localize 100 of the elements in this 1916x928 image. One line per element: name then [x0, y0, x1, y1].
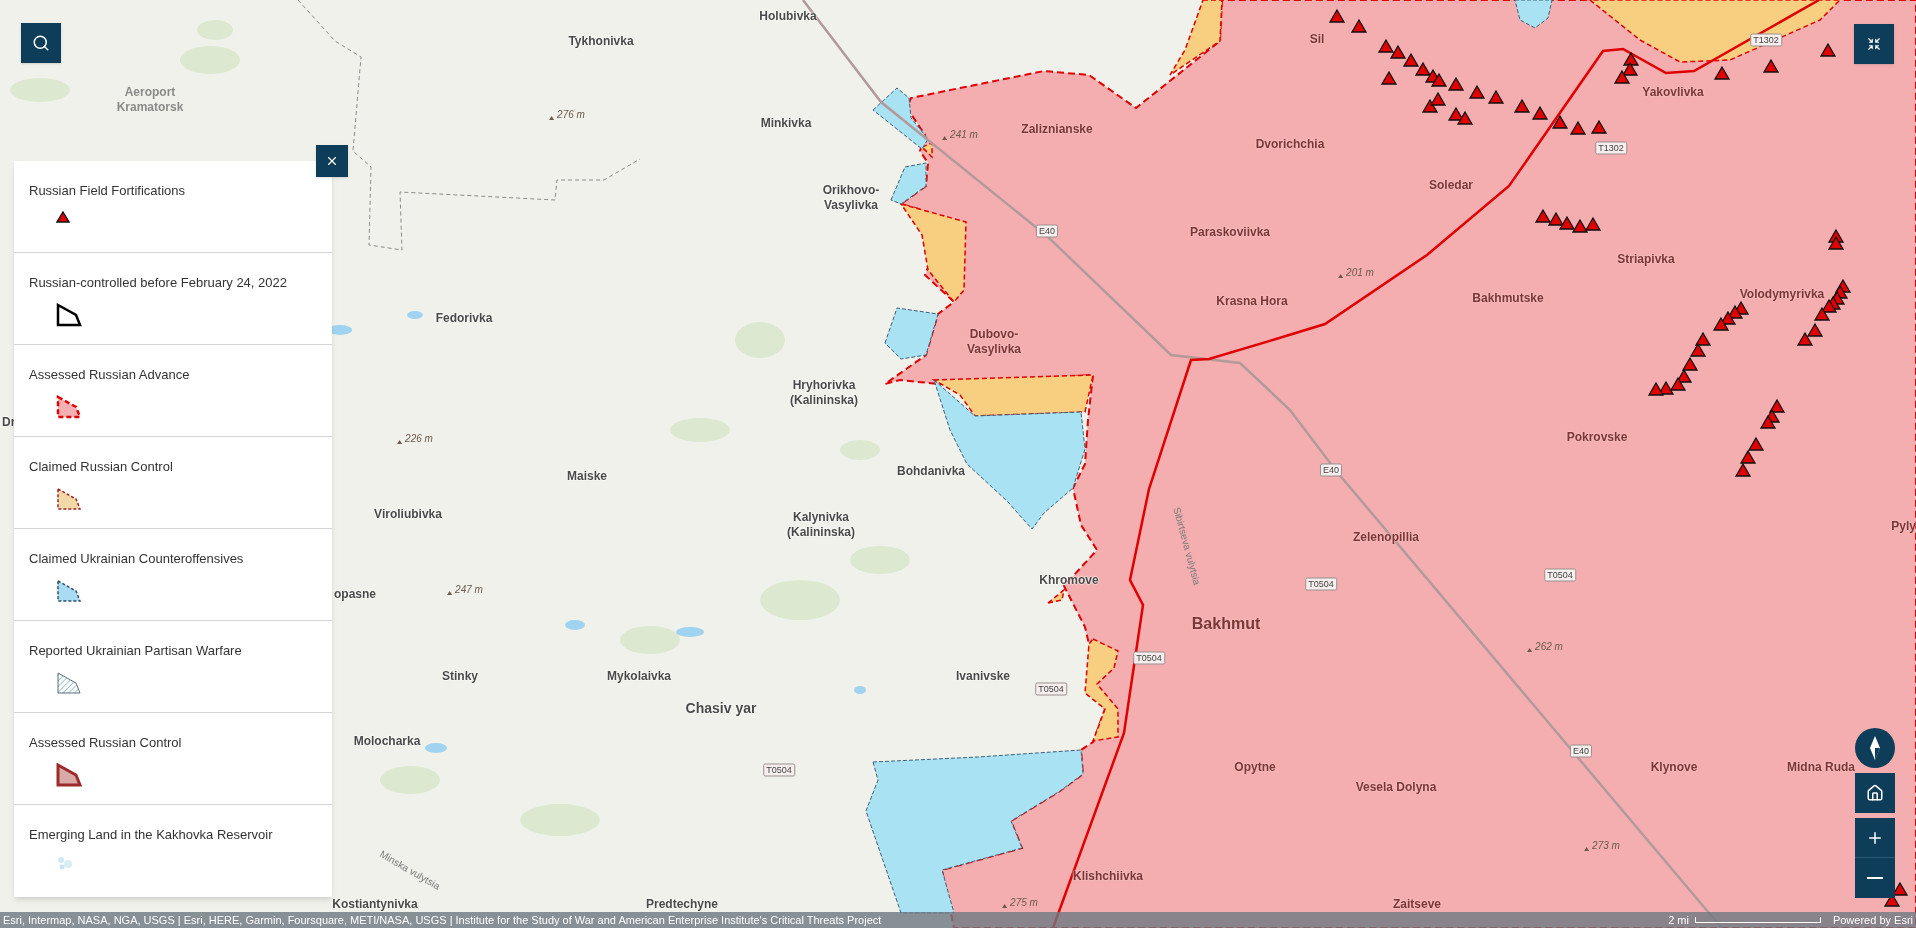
place-label: Volodymyrivka — [1739, 286, 1825, 303]
elevation-marker-icon — [549, 116, 555, 120]
zoom-in-button[interactable] — [1855, 818, 1895, 858]
legend-title: Reported Ukrainian Partisan Warfare — [29, 642, 243, 660]
road-shield: T1302 — [1750, 33, 1782, 47]
place-label: Bohdanivka — [897, 463, 965, 480]
collapse-button[interactable] — [1854, 24, 1894, 64]
elevation-label: 201 m — [1346, 267, 1374, 279]
woodland-patch — [180, 46, 240, 74]
place-label: Khromove — [1039, 572, 1099, 589]
fortification-marker-icon — [1713, 65, 1731, 80]
ukrainian-counteroffensive-area — [1514, 0, 1553, 29]
powered-by-text: Powered by Esri — [1832, 913, 1913, 927]
road-shield: T0504 — [763, 763, 795, 777]
compass-icon — [1870, 736, 1880, 760]
place-label: Fedorivka — [435, 310, 493, 327]
woodland-patch — [10, 78, 70, 102]
place-label: Bakhmutske — [1472, 290, 1544, 307]
elevation-marker-icon — [1338, 274, 1344, 278]
elevation-label: 226 m — [405, 433, 433, 445]
place-label: Dr — [2, 414, 16, 431]
fortification-marker-icon — [1429, 91, 1447, 106]
woodland-patch — [850, 546, 910, 574]
search-icon — [32, 34, 50, 52]
claimed-russian-area — [920, 141, 933, 159]
fortification-marker-icon — [1768, 398, 1786, 413]
place-label: Tykhonivka — [568, 33, 634, 50]
road-shield: T0504 — [1133, 651, 1165, 665]
place-label: Holubivka — [759, 8, 817, 25]
place-label: Zaliznianske — [1021, 121, 1093, 138]
home-button[interactable] — [1855, 773, 1895, 813]
place-label: Ivanivske — [956, 668, 1010, 685]
legend-title: Assessed Russian Control — [29, 734, 183, 752]
place-label: Zaitseve — [1393, 896, 1441, 913]
fortification-marker-icon — [1647, 381, 1665, 396]
water-body — [676, 627, 704, 637]
place-label: Yakovlivka — [1642, 84, 1704, 101]
place-label: Sil — [1309, 31, 1325, 48]
fortification-marker-icon — [1447, 76, 1465, 91]
fortification-marker-icon — [1590, 119, 1608, 134]
place-label: Stinky — [442, 668, 478, 685]
close-icon — [325, 154, 339, 168]
fortification-marker-icon — [1547, 211, 1565, 226]
legend-title: Claimed Russian Control — [29, 458, 174, 476]
elevation-label: 262 m — [1535, 641, 1563, 653]
place-label: Mykolaivka — [607, 668, 671, 685]
elevation-marker-icon — [447, 591, 453, 595]
place-label: Aeroport Kramatorsk — [116, 85, 184, 115]
legend-title: Claimed Ukrainian Counteroffensives — [29, 550, 245, 568]
fortification-marker-icon — [1534, 208, 1552, 223]
home-icon — [1866, 784, 1884, 802]
place-label: Orikhovo-Vasylivka — [822, 183, 880, 213]
fortification-marker-icon — [1456, 110, 1474, 125]
water-body — [854, 686, 866, 694]
collapse-icon — [1867, 37, 1881, 51]
place-label: Kostiantynivka — [332, 896, 418, 913]
place-label: Minkivka — [760, 115, 812, 132]
place-label: Klishchiivka — [1073, 868, 1143, 885]
fortification-marker-icon — [1681, 356, 1699, 371]
elevation-label: 247 m — [455, 584, 483, 596]
fortification-marker-icon — [1571, 218, 1589, 233]
legend-title: Russian Field Fortifications — [29, 182, 187, 200]
fortification-marker-icon — [1739, 449, 1757, 464]
attribution-text: Esri, Intermap, NASA, NGA, USGS | Esri, HERE, Garmin, Foursquare, METI/NASA, USGS | Institute for the Study of War and American Enterprise Institute's Critical Threats Project — [3, 913, 882, 927]
ukrainian-counteroffensive-area — [872, 87, 929, 150]
place-label: Chasiv yar — [685, 698, 757, 718]
fortification-marker-icon — [1380, 70, 1398, 85]
woodland-patch — [620, 626, 680, 654]
fortification-marker-icon — [1806, 322, 1824, 337]
road-shield: T1302 — [1595, 141, 1627, 155]
place-label: Zelenopillia — [1353, 529, 1419, 546]
fortification-marker-icon — [1613, 69, 1631, 84]
road-shield: E40 — [1570, 744, 1592, 758]
road-shield: T0504 — [1544, 568, 1576, 582]
fortification-marker-icon — [1513, 98, 1531, 113]
ukrainian-counteroffensive-area — [890, 162, 927, 205]
ukrainian-counteroffensive-area — [884, 307, 939, 360]
legend-title: Emerging Land in the Kakhovka Reservoir — [29, 826, 274, 844]
fortification-marker-icon — [1430, 72, 1448, 87]
road-shield: E40 — [1036, 224, 1058, 238]
fortification-marker-icon — [1389, 44, 1407, 59]
place-label: Midna Ruda — [1787, 759, 1855, 776]
fortification-marker-icon — [1414, 61, 1432, 76]
place-label: Striapivka — [1617, 251, 1675, 268]
water-body — [425, 743, 447, 753]
search-button[interactable] — [21, 23, 61, 63]
fortification-marker-icon — [1531, 105, 1549, 120]
close-button[interactable] — [316, 145, 348, 177]
fortification-marker-icon — [1350, 18, 1368, 33]
water-body — [407, 311, 423, 319]
fortification-marker-icon — [1569, 120, 1587, 135]
place-label: Pyly — [1891, 518, 1916, 535]
place-label: Vesela Dolyna — [1355, 779, 1437, 796]
place-label: Pokrovske — [1566, 429, 1628, 446]
elevation-marker-icon — [942, 136, 948, 140]
place-label: Predtechyne — [646, 896, 718, 913]
elevation-label: 241 m — [950, 129, 978, 141]
place-label: Krasna Hora — [1216, 293, 1288, 310]
fortification-marker-icon — [1712, 316, 1730, 331]
legend-title: Assessed Russian Advance — [29, 366, 191, 384]
